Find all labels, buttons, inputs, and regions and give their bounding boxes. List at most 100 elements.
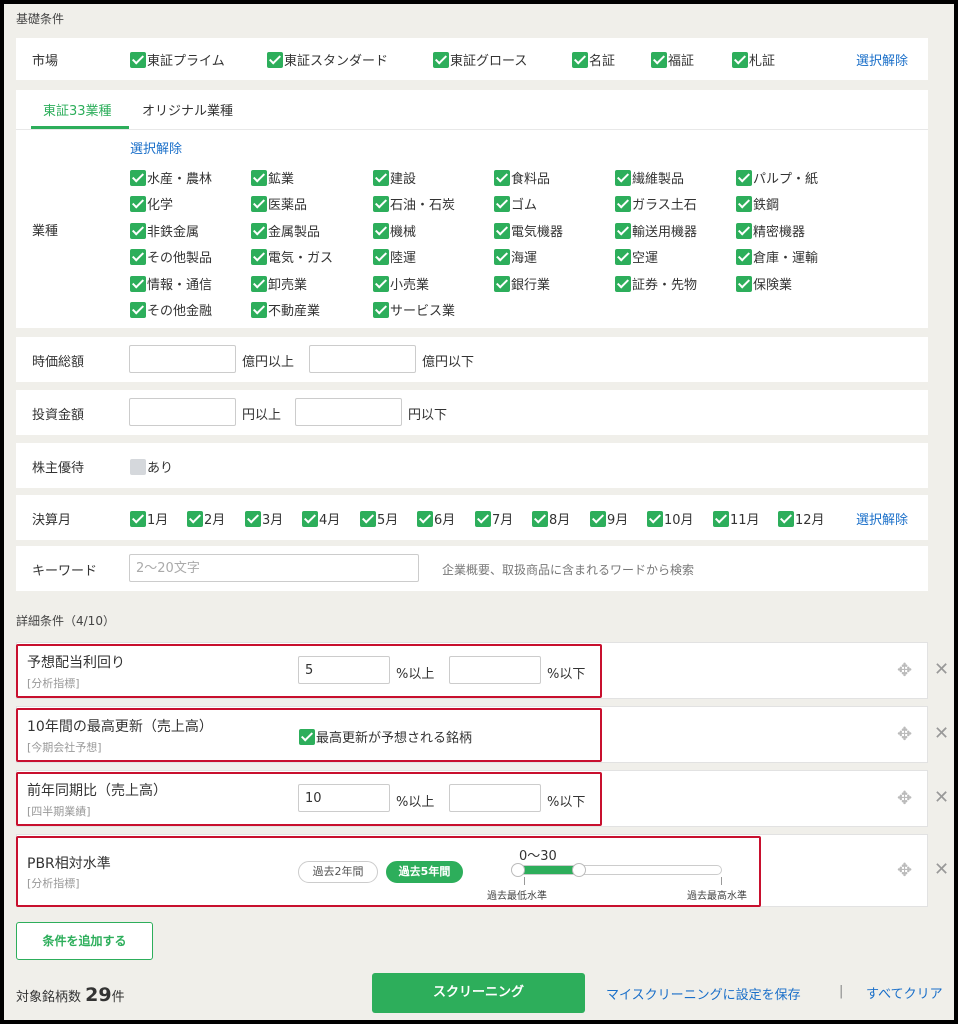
yoy-max-input[interactable] (449, 784, 541, 812)
industry-option[interactable]: 陸運 (373, 247, 416, 266)
market-option[interactable]: 東証プライム (130, 50, 225, 69)
industry-option[interactable]: 機械 (373, 221, 416, 240)
industry-option[interactable]: 証券・先物 (615, 274, 697, 293)
market-option[interactable]: 東証スタンダード (267, 50, 388, 69)
fiscal-month-option[interactable]: 4月 (302, 509, 340, 528)
industry-option[interactable]: 鉱業 (251, 168, 294, 187)
checkbox-checked-icon (130, 170, 146, 186)
screening-button[interactable]: スクリーニング (372, 973, 585, 1013)
market-cap-max-input[interactable] (309, 345, 416, 373)
market-clear-link[interactable]: 選択解除 (856, 50, 908, 69)
move-icon[interactable]: ✥ (897, 660, 912, 681)
industry-option[interactable]: 倉庫・運輸 (736, 247, 818, 266)
active-tab-indicator (31, 126, 129, 129)
fiscal-month-option[interactable]: 9月 (590, 509, 628, 528)
industry-option[interactable]: 食料品 (494, 168, 550, 187)
yoy-min-input[interactable] (298, 784, 390, 812)
industry-option[interactable]: 精密機器 (736, 221, 805, 240)
market-cap-row: 時価総額 億円以上 億円以下 (16, 337, 928, 382)
fiscal-month-option[interactable]: 1月 (130, 509, 168, 528)
fiscal-month-option[interactable]: 2月 (187, 509, 225, 528)
fiscal-month-clear-link[interactable]: 選択解除 (856, 509, 908, 528)
industry-option[interactable]: 石油・石炭 (373, 194, 455, 213)
keyword-input[interactable] (129, 554, 419, 582)
industry-option[interactable]: 海運 (494, 247, 537, 266)
industry-option[interactable]: 建設 (373, 168, 416, 187)
separator: | (839, 984, 844, 999)
market-cap-max-unit: 億円以下 (422, 355, 475, 370)
industry-option[interactable]: 鉄鋼 (736, 194, 779, 213)
checkbox-checked-icon (494, 223, 510, 239)
investment-min-input[interactable] (129, 398, 236, 426)
industry-option[interactable]: 水産・農林 (130, 168, 212, 187)
range-slider-max-handle[interactable] (571, 863, 586, 877)
industry-option[interactable]: サービス業 (373, 300, 455, 319)
keyword-label: キーワード (32, 564, 98, 579)
industry-option[interactable]: 電気・ガス (251, 247, 333, 266)
record-high-checkbox[interactable]: 最高更新が予想される銘柄 (299, 727, 472, 746)
industry-option[interactable]: その他製品 (130, 247, 212, 266)
industry-option[interactable]: パルプ・紙 (736, 168, 818, 187)
industry-option[interactable]: 小売業 (373, 274, 429, 293)
market-option[interactable]: 福証 (651, 50, 694, 69)
market-cap-min-input[interactable] (129, 345, 236, 373)
industry-option[interactable]: 空運 (615, 247, 658, 266)
industry-option[interactable]: 銀行業 (494, 274, 550, 293)
fiscal-month-option[interactable]: 6月 (417, 509, 455, 528)
dividend-yield-min-input[interactable] (298, 656, 390, 684)
industry-option[interactable]: 医薬品 (251, 194, 307, 213)
fiscal-month-option[interactable]: 7月 (475, 509, 513, 528)
move-icon[interactable]: ✥ (897, 724, 912, 745)
industry-option[interactable]: 金属製品 (251, 221, 320, 240)
period-5yr-button[interactable]: 過去5年間 (386, 861, 463, 883)
industry-option[interactable]: 化学 (130, 194, 173, 213)
fiscal-month-option[interactable]: 8月 (532, 509, 570, 528)
basic-conditions-title: 基礎条件 (16, 12, 65, 26)
market-option[interactable]: 東証グロース (433, 50, 527, 69)
close-icon[interactable]: ✕ (934, 723, 949, 744)
clear-all-link[interactable]: すべてクリア (866, 983, 943, 1002)
close-icon[interactable]: ✕ (934, 659, 949, 680)
range-value-label: 0〜30 (519, 849, 557, 864)
industry-option[interactable]: 電気機器 (494, 221, 563, 240)
fiscal-month-option[interactable]: 10月 (647, 509, 694, 528)
add-condition-button[interactable]: 条件を追加する (16, 922, 153, 960)
industry-option[interactable]: ゴム (494, 194, 537, 213)
industry-option[interactable]: ガラス土石 (615, 194, 697, 213)
fiscal-month-option[interactable]: 5月 (360, 509, 398, 528)
close-icon[interactable]: ✕ (934, 787, 949, 808)
tab-original-industry[interactable]: オリジナル業種 (142, 100, 233, 119)
move-icon[interactable]: ✥ (897, 788, 912, 809)
industry-clear-link[interactable]: 選択解除 (130, 138, 182, 157)
market-option[interactable]: 札証 (732, 50, 775, 69)
market-option[interactable]: 名証 (572, 50, 615, 69)
benefit-option[interactable]: あり (130, 457, 173, 476)
tab-tse33[interactable]: 東証33業種 (43, 100, 112, 119)
fiscal-month-option[interactable]: 12月 (778, 509, 825, 528)
industry-option[interactable]: 非鉄金属 (130, 221, 199, 240)
period-2yr-button[interactable]: 過去2年間 (298, 861, 378, 883)
industry-option[interactable]: 卸売業 (251, 274, 307, 293)
max-unit: %以下 (547, 667, 586, 682)
checkbox-checked-icon (187, 511, 203, 527)
range-slider-min-handle[interactable] (511, 863, 525, 877)
industry-option[interactable]: 繊維製品 (615, 168, 684, 187)
checkbox-checked-icon (130, 249, 146, 265)
industry-option[interactable]: 保険業 (736, 274, 792, 293)
checkbox-checked-icon (373, 170, 389, 186)
investment-max-input[interactable] (295, 398, 402, 426)
dividend-yield-max-input[interactable] (449, 656, 541, 684)
move-icon[interactable]: ✥ (897, 860, 912, 881)
save-to-my-screening-link[interactable]: マイスクリーニングに設定を保存 (606, 984, 801, 1003)
industry-option[interactable]: 情報・通信 (130, 274, 212, 293)
industry-option[interactable]: 輸送用機器 (615, 221, 697, 240)
fiscal-month-option[interactable]: 11月 (713, 509, 760, 528)
fiscal-month-option[interactable]: 3月 (245, 509, 283, 528)
industry-option[interactable]: 不動産業 (251, 300, 320, 319)
high-level-label: 過去最高水準 (687, 891, 747, 902)
checkbox-checked-icon (615, 249, 631, 265)
checkbox-checked-icon (251, 170, 267, 186)
checkbox-checked-icon (778, 511, 794, 527)
close-icon[interactable]: ✕ (934, 859, 949, 880)
industry-option[interactable]: その他金融 (130, 300, 212, 319)
